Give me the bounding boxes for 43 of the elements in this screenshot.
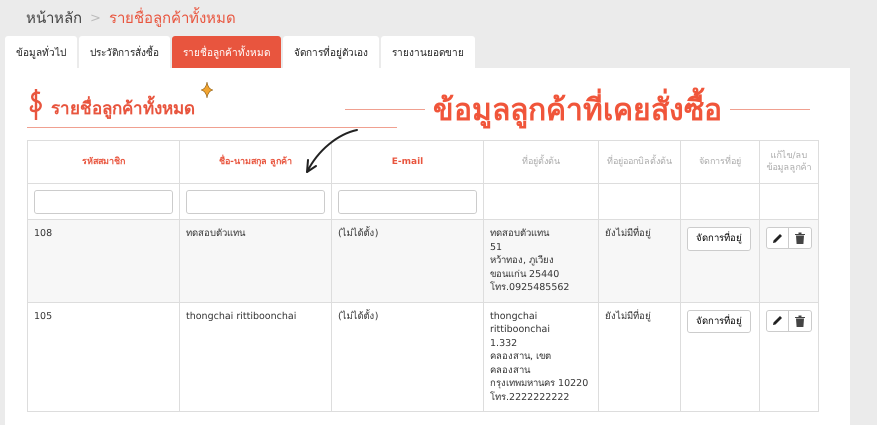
delete-button[interactable] xyxy=(789,310,812,332)
breadcrumb-item: รายชื่อลูกค้าทั้งหมด xyxy=(108,6,236,29)
table-cell: 108 xyxy=(28,220,180,302)
filter-field[interactable] xyxy=(338,190,477,214)
column-header: จัดการที่อยู่ xyxy=(680,140,760,184)
pencil-icon xyxy=(772,315,783,326)
arrow-drawing xyxy=(303,128,359,176)
edit-button[interactable] xyxy=(766,310,790,332)
filter-field[interactable] xyxy=(34,190,173,214)
column-header[interactable]: รหัสสมาชิก xyxy=(28,140,180,184)
logo-icon xyxy=(27,87,45,121)
annotation-text: ข้อมูลลูกค้าที่เคยสั่งซื้อ xyxy=(433,86,722,133)
table-cell: ยังไม่มีที่อยู่ xyxy=(598,220,680,302)
table-cell: (ไม่ได้ตั้ง) xyxy=(332,220,484,302)
manage-address-button[interactable]: จัดการที่อยู่ xyxy=(687,310,751,333)
table-cell: ทดสอบตัวแทน 51 หว้าทอง, ภูเวียง ขอนแก่น 25440 โทร.0925485562 xyxy=(484,220,598,302)
section-title: รายชื่อลูกค้าทั้งหมด xyxy=(51,94,195,121)
table-cell: ยังไม่มีที่อยู่ xyxy=(598,302,680,412)
diamond-icon xyxy=(201,82,213,98)
table-cell: thongchai rittiboonchai 1.332 คลองสาน, เขต คลองสาน กรุงเทพมหานคร 10220 โทร.2222222222 xyxy=(484,302,598,412)
breadcrumb-separator: > xyxy=(90,10,101,26)
trash-icon xyxy=(795,232,805,244)
column-header: ที่อยู่ออกบิลตั้งต้น xyxy=(598,140,680,184)
column-header[interactable]: ชื่อ-นามสกุล ลูกค้า xyxy=(180,140,332,184)
pencil-icon xyxy=(772,232,783,244)
trash-icon xyxy=(795,314,805,326)
filter-field[interactable] xyxy=(186,190,325,214)
tab[interactable]: ประวัติการสั่งซื้อ xyxy=(79,36,170,68)
tab[interactable]: จัดการที่อยู่ตัวเอง xyxy=(283,36,379,68)
table-cell: (ไม่ได้ตั้ง) xyxy=(332,302,484,412)
breadcrumb-item[interactable]: หน้าหลัก xyxy=(26,6,82,30)
edit-button[interactable] xyxy=(766,227,790,249)
column-header[interactable]: E-mail xyxy=(332,140,484,184)
manage-address-button[interactable]: จัดการที่อยู่ xyxy=(687,227,751,250)
table-cell: ทดสอบตัวแทน xyxy=(180,220,332,302)
column-header: ที่อยู่ตั้งต้น xyxy=(484,140,598,184)
delete-button[interactable] xyxy=(789,227,812,249)
tab[interactable]: รายชื่อลูกค้าทั้งหมด xyxy=(172,36,281,68)
column-header: แก้ไข/ลบข้อมูลลูกค้า xyxy=(760,140,818,184)
tab[interactable]: ข้อมูลทั่วไป xyxy=(5,36,77,68)
table-cell: 105 xyxy=(28,302,180,412)
table-cell: thongchai rittiboonchai xyxy=(180,302,332,412)
tab[interactable]: รายงานยอดขาย xyxy=(381,36,475,68)
